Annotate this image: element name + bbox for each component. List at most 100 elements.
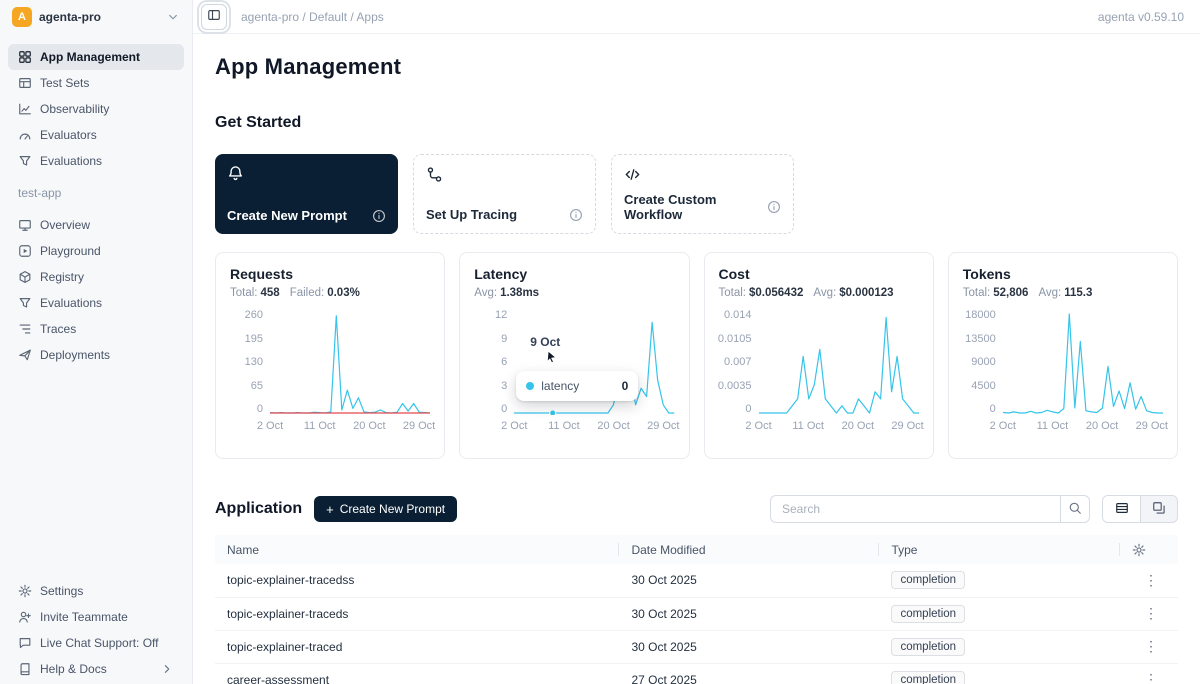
y-tick-label: 0 bbox=[501, 404, 507, 415]
y-tick-label: 260 bbox=[245, 310, 263, 321]
funnel-icon bbox=[18, 296, 32, 310]
create-new-prompt-button[interactable]: + Create New Prompt bbox=[314, 496, 457, 522]
y-tick-label: 0 bbox=[745, 404, 751, 415]
table-view-icon bbox=[1115, 501, 1129, 518]
search-input[interactable] bbox=[770, 495, 1060, 523]
x-tick-label: 29 Oct bbox=[647, 420, 679, 432]
sidebar-item-overview[interactable]: Overview bbox=[8, 212, 184, 238]
sidebar-item-deployments[interactable]: Deployments bbox=[8, 342, 184, 368]
search-box bbox=[770, 495, 1090, 523]
sidebar-item-settings[interactable]: Settings bbox=[8, 578, 184, 604]
chart-card-requests: RequestsTotal:458Failed:0.03%26019513065… bbox=[215, 252, 445, 459]
play-icon bbox=[18, 244, 32, 258]
series-requests-line bbox=[270, 316, 430, 413]
app-name: topic-explainer-tracedss bbox=[215, 564, 619, 597]
row-more-button[interactable]: ⋮ bbox=[1138, 636, 1164, 657]
app-type: completion bbox=[879, 630, 1120, 663]
y-tick-label: 0.014 bbox=[724, 310, 752, 321]
row-more-button[interactable]: ⋮ bbox=[1138, 570, 1164, 591]
x-axis: 2 Oct11 Oct20 Oct29 Oct bbox=[759, 420, 919, 434]
table-view-button[interactable] bbox=[1103, 496, 1140, 522]
gauge-icon bbox=[18, 128, 32, 142]
x-tick-label: 2 Oct bbox=[257, 420, 283, 432]
sidebar-item-help-docs[interactable]: Help & Docs bbox=[8, 656, 184, 682]
y-tick-label: 13500 bbox=[965, 334, 996, 345]
app-date-modified: 27 Oct 2025 bbox=[619, 663, 879, 684]
apps-table: Name Date Modified Type topic-explainer-… bbox=[215, 535, 1178, 684]
gear-icon[interactable] bbox=[1132, 543, 1146, 557]
table-header-row: Name Date Modified Type bbox=[215, 535, 1178, 564]
y-tick-label: 12 bbox=[495, 310, 507, 321]
set-up-tracing-card[interactable]: Set Up Tracing bbox=[413, 154, 596, 234]
sidebar-item-invite-teammate[interactable]: Invite Teammate bbox=[8, 604, 184, 630]
table-row[interactable]: topic-explainer-traced30 Oct 2025complet… bbox=[215, 630, 1178, 663]
monitor-icon bbox=[18, 218, 32, 232]
card-view-button[interactable] bbox=[1140, 496, 1177, 522]
chart-stat: Total:52,806 bbox=[963, 287, 1029, 299]
chart-plot bbox=[270, 310, 430, 415]
column-header-type[interactable]: Type bbox=[879, 535, 1120, 564]
get-started-cards: Create New Prompt Set Up Tracing Create … bbox=[215, 154, 1178, 234]
sidebar-item-playground[interactable]: Playground bbox=[8, 238, 184, 264]
y-tick-label: 0.0035 bbox=[718, 381, 752, 392]
sidebar-item-evaluations[interactable]: Evaluations bbox=[8, 290, 184, 316]
chart-stats: Total:52,806Avg:115.3 bbox=[963, 287, 1163, 299]
chart-stats: Avg:1.38ms bbox=[474, 287, 674, 299]
chart-title: Latency bbox=[474, 266, 674, 282]
x-tick-label: 2 Oct bbox=[501, 420, 527, 432]
main-content: App Management Get Started Create New Pr… bbox=[193, 34, 1200, 684]
app-root: A agenta-pro App Management Test Sets Obse… bbox=[0, 0, 1200, 684]
type-badge: completion bbox=[891, 571, 965, 589]
plus-icon: + bbox=[326, 503, 334, 516]
row-more-button[interactable]: ⋮ bbox=[1138, 603, 1164, 624]
sidebar-main-nav: App ManagementTest SetsObservabilityEval… bbox=[0, 34, 192, 174]
app-date-modified: 30 Oct 2025 bbox=[619, 630, 879, 663]
sidebar-item-observability[interactable]: Observability bbox=[8, 96, 184, 122]
app-date-modified: 30 Oct 2025 bbox=[619, 597, 879, 630]
chart-title: Tokens bbox=[963, 266, 1163, 282]
chart-icon bbox=[18, 102, 32, 116]
sidebar-footer-nav: SettingsInvite TeammateLive Chat Support… bbox=[0, 578, 192, 684]
sidebar-item-evaluators[interactable]: Evaluators bbox=[8, 122, 184, 148]
column-header-date-modified[interactable]: Date Modified bbox=[619, 535, 879, 564]
sidebar-item-evaluations[interactable]: Evaluations bbox=[8, 148, 184, 174]
search-button[interactable] bbox=[1060, 495, 1090, 523]
sidebar-item-label: App Management bbox=[40, 50, 140, 64]
application-header: Application + Create New Prompt bbox=[215, 495, 1178, 523]
app-name: topic-explainer-traceds bbox=[215, 597, 619, 630]
sidebar-item-registry[interactable]: Registry bbox=[8, 264, 184, 290]
table-row[interactable]: topic-explainer-traceds30 Oct 2025comple… bbox=[215, 597, 1178, 630]
column-header-name[interactable]: Name bbox=[215, 535, 619, 564]
sidebar-item-traces[interactable]: Traces bbox=[8, 316, 184, 342]
y-tick-label: 6 bbox=[501, 357, 507, 368]
chart-plot bbox=[1003, 310, 1163, 415]
create-custom-workflow-card[interactable]: Create Custom Workflow bbox=[611, 154, 794, 234]
workspace-avatar: A bbox=[12, 7, 32, 27]
sidebar-item-app-management[interactable]: App Management bbox=[8, 44, 184, 70]
chevron-down-icon bbox=[166, 10, 180, 24]
sidebar-collapse-button[interactable] bbox=[201, 4, 227, 30]
info-icon[interactable] bbox=[767, 200, 781, 214]
sidebar-item-live-chat-support-off[interactable]: Live Chat Support: Off bbox=[8, 630, 184, 656]
chart-stat: Total:$0.056432 bbox=[719, 287, 804, 299]
chart-title: Cost bbox=[719, 266, 919, 282]
workspace-switcher[interactable]: A agenta-pro bbox=[0, 0, 192, 34]
table-row[interactable]: career-assessment27 Oct 2025completion⋮ bbox=[215, 663, 1178, 684]
info-icon[interactable] bbox=[569, 208, 583, 222]
row-more-button[interactable]: ⋮ bbox=[1138, 669, 1164, 684]
x-tick-label: 29 Oct bbox=[891, 420, 923, 432]
chart-stat: Avg:1.38ms bbox=[474, 287, 539, 299]
bell-icon bbox=[227, 165, 386, 182]
series-dot-icon bbox=[526, 382, 534, 390]
create-new-prompt-card[interactable]: Create New Prompt bbox=[215, 154, 398, 234]
table-row[interactable]: topic-explainer-tracedss30 Oct 2025compl… bbox=[215, 564, 1178, 597]
breadcrumb[interactable]: agenta-pro / Default / Apps bbox=[241, 10, 384, 24]
info-icon[interactable] bbox=[372, 209, 386, 223]
x-tick-label: 11 Oct bbox=[1037, 420, 1069, 432]
sidebar-item-label: Test Sets bbox=[40, 76, 89, 90]
sidebar-item-test-sets[interactable]: Test Sets bbox=[8, 70, 184, 96]
sidebar-item-label: Evaluations bbox=[40, 296, 102, 310]
chart-title: Requests bbox=[230, 266, 430, 282]
x-tick-label: 2 Oct bbox=[990, 420, 1016, 432]
y-tick-label: 65 bbox=[251, 381, 263, 392]
